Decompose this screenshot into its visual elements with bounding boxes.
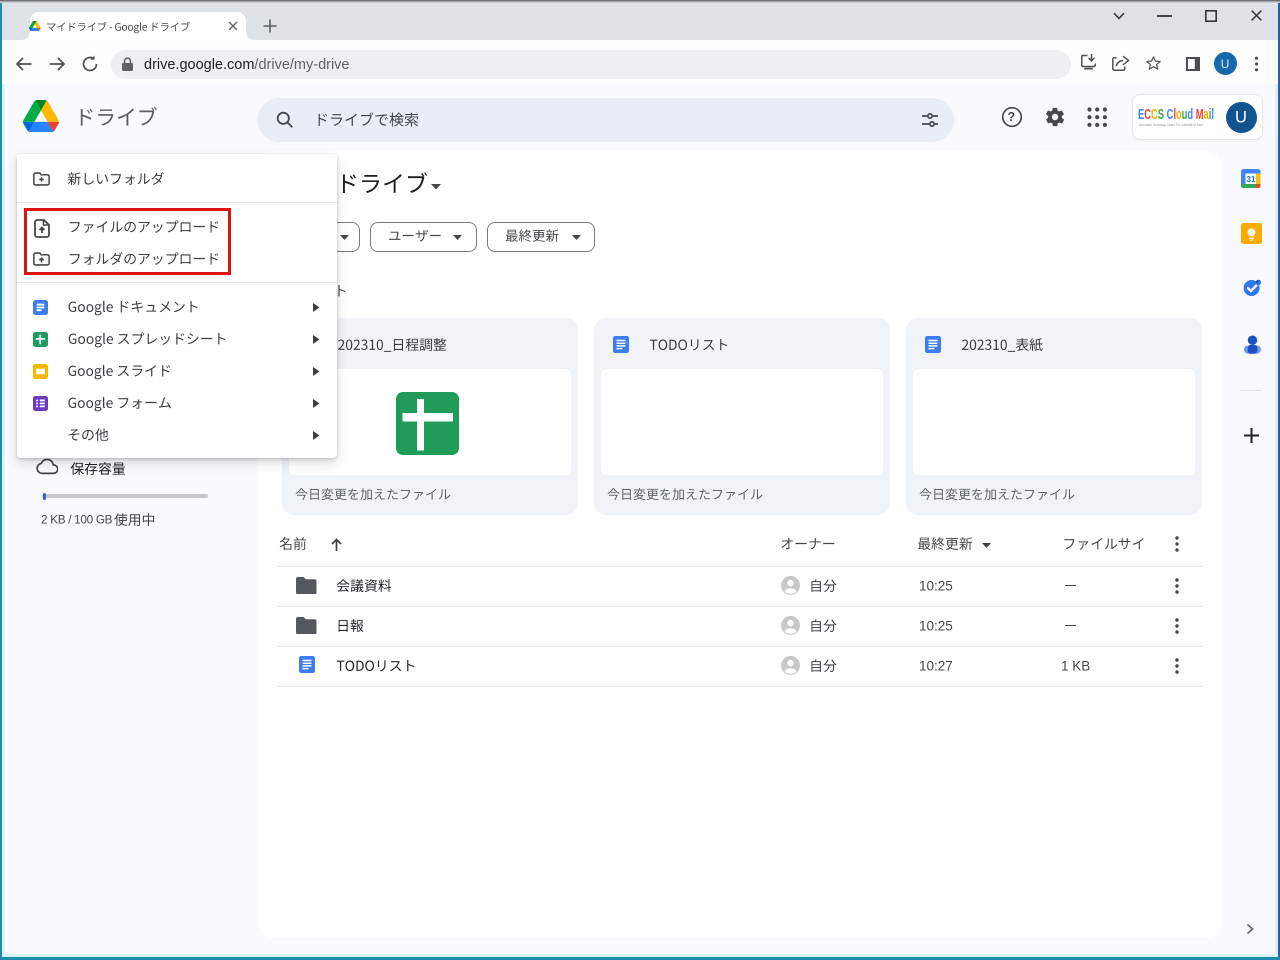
svg-text:31: 31 <box>1246 173 1256 183</box>
